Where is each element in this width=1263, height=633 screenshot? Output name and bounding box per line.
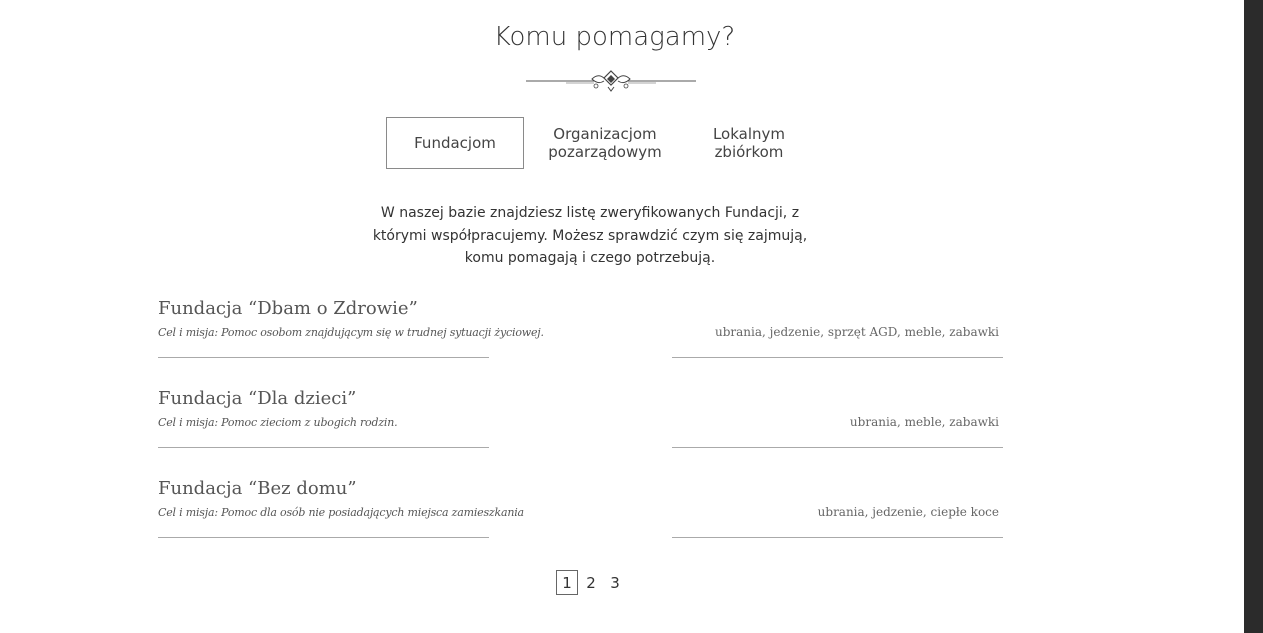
divider <box>672 447 1003 448</box>
foundation-row[interactable]: Fundacja “Bez domu” Cel i misja: Pomoc d… <box>158 478 1003 555</box>
tab-label-line1: Organizacjom <box>553 125 657 143</box>
page-title: Komu pomagamy? <box>493 22 736 52</box>
page-button-2[interactable]: 2 <box>580 570 602 595</box>
divider <box>158 357 489 358</box>
foundation-row[interactable]: Fundacja “Dla dzieci” Cel i misja: Pomoc… <box>158 388 1003 465</box>
intro-text: W naszej bazie znajdziesz listę zweryfik… <box>372 205 808 266</box>
foundation-name: Fundacja “Dla dzieci” <box>158 388 357 409</box>
divider <box>158 447 489 448</box>
page-button-3[interactable]: 3 <box>604 570 626 595</box>
tab-fundacjom[interactable]: Fundacjom <box>386 117 524 169</box>
divider <box>672 537 1003 538</box>
divider <box>158 537 489 538</box>
foundation-needs: ubrania, meble, zabawki <box>849 415 999 429</box>
page-button-1[interactable]: 1 <box>556 570 578 595</box>
foundation-row[interactable]: Fundacja “Dbam o Zdrowie” Cel i misja: P… <box>158 298 1003 375</box>
foundation-mission: Cel i misja: Pomoc osobom znajdującym si… <box>158 326 544 339</box>
scrollbar[interactable] <box>1244 0 1263 633</box>
foundation-name: Fundacja “Dbam o Zdrowie” <box>158 298 418 319</box>
foundation-mission: Cel i misja: Pomoc zieciom z ubogich rod… <box>158 416 398 429</box>
tab-label-line2: zbiórkom <box>714 143 784 161</box>
tab-label: Fundacjom <box>414 134 496 152</box>
pagination: 1 2 3 <box>556 570 628 595</box>
foundation-needs: ubrania, jedzenie, sprzęt AGD, meble, za… <box>714 325 999 339</box>
foundation-name: Fundacja “Bez domu” <box>158 478 357 499</box>
foundation-mission: Cel i misja: Pomoc dla osób nie posiadaj… <box>158 506 524 519</box>
tab-label-line1: Lokalnym <box>712 125 786 143</box>
divider <box>672 357 1003 358</box>
tab-lokalnym[interactable]: Lokalnym zbiórkom <box>690 117 808 169</box>
foundation-needs: ubrania, jedzenie, ciepłe koce <box>817 505 999 519</box>
tab-label-line2: pozarządowym <box>548 143 662 161</box>
decorative-ornament-icon <box>526 70 696 92</box>
tab-organizacjom[interactable]: Organizacjom pozarządowym <box>538 117 672 169</box>
